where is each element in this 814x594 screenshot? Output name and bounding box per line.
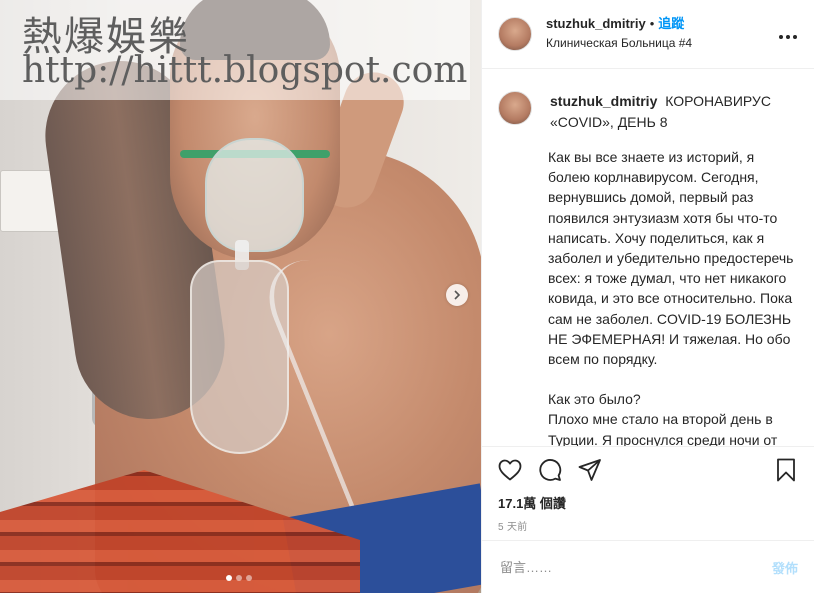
header-separator: • bbox=[649, 16, 655, 31]
header-row: stuzhuk_dmitriy • 追蹤 bbox=[546, 16, 774, 32]
caption-username[interactable]: stuzhuk_dmitriy bbox=[550, 93, 657, 109]
caption-header: stuzhuk_dmitriy КОРОНАВИРУС «COVID», ДЕН… bbox=[498, 91, 798, 133]
location-link[interactable]: Клиническая Больница #4 bbox=[546, 34, 774, 52]
carousel-next-button[interactable] bbox=[446, 284, 468, 306]
post-comment-button[interactable]: 發佈 bbox=[772, 558, 798, 577]
action-icons bbox=[482, 447, 814, 487]
carousel-dot-3 bbox=[246, 575, 252, 581]
post-photo[interactable]: 熱爆娛樂 http://hittt.blogspot.com bbox=[0, 0, 481, 593]
post-actions: 17.1萬 個讚 5 天前 發佈 bbox=[482, 446, 814, 593]
share-button[interactable] bbox=[576, 458, 604, 486]
caption-avatar[interactable] bbox=[498, 91, 532, 125]
watermark: 熱爆娛樂 http://hittt.blogspot.com bbox=[0, 0, 470, 100]
post-timestamp[interactable]: 5 天前 bbox=[482, 512, 814, 533]
avatar[interactable] bbox=[498, 17, 532, 51]
more-horizontal-icon bbox=[778, 24, 798, 44]
save-button[interactable] bbox=[772, 458, 800, 486]
comment-input[interactable] bbox=[498, 559, 772, 576]
follow-button[interactable]: 追蹤 bbox=[658, 16, 684, 31]
caption-body: Как вы все знаете из историй, я болею ко… bbox=[548, 147, 798, 446]
caption-paragraph: Как это было? bbox=[548, 391, 641, 408]
post-sidebar: stuzhuk_dmitriy • 追蹤 Клиническая Больница … bbox=[481, 0, 814, 593]
heart-icon bbox=[498, 459, 522, 486]
post-header: stuzhuk_dmitriy • 追蹤 Клиническая Больница … bbox=[482, 0, 814, 69]
caption-area: stuzhuk_dmitriy КОРОНАВИРУС «COVID», ДЕН… bbox=[482, 69, 814, 446]
photo-oxygen-mask bbox=[205, 138, 304, 252]
header-username[interactable]: stuzhuk_dmitriy bbox=[546, 16, 646, 31]
instagram-post: 熱爆娛樂 http://hittt.blogspot.com stuzhuk_d… bbox=[0, 0, 814, 593]
caption-paragraph: Как вы все знаете из историй, я болею ко… bbox=[548, 149, 794, 368]
comment-button[interactable] bbox=[536, 458, 564, 486]
likes-count[interactable]: 17.1萬 個讚 bbox=[482, 487, 814, 512]
carousel-dot-2 bbox=[236, 575, 242, 581]
header-text: stuzhuk_dmitriy • 追蹤 Клиническая Больница … bbox=[546, 16, 774, 52]
chevron-right-icon bbox=[452, 288, 462, 302]
carousel-dots bbox=[226, 575, 252, 581]
caption-paragraph: Плохо мне стало на второй день в Турции.… bbox=[548, 411, 778, 446]
caption-gap bbox=[548, 369, 798, 389]
bookmark-icon bbox=[776, 458, 796, 487]
carousel-dot-1 bbox=[226, 575, 232, 581]
comment-bar: 發佈 bbox=[482, 540, 814, 594]
like-button[interactable] bbox=[496, 458, 524, 486]
watermark-url: http://hittt.blogspot.com bbox=[22, 50, 468, 91]
more-options-button[interactable] bbox=[774, 24, 798, 45]
comment-icon bbox=[538, 458, 562, 487]
caption-title-block: stuzhuk_dmitriy КОРОНАВИРУС «COVID», ДЕН… bbox=[550, 91, 798, 133]
share-icon bbox=[578, 458, 602, 487]
